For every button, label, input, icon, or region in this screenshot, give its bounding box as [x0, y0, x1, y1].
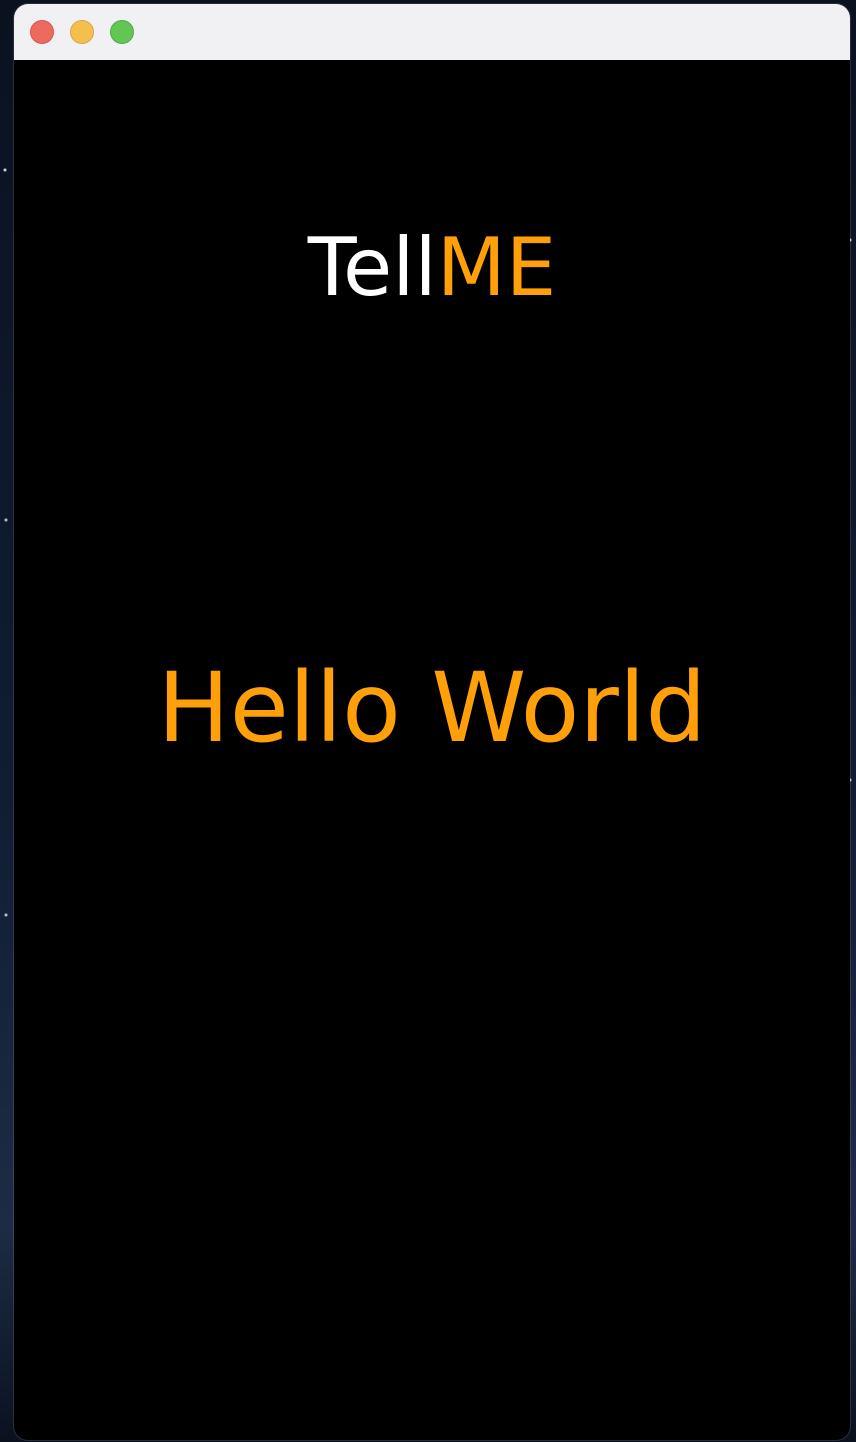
minimize-icon[interactable] [70, 20, 94, 44]
app-logo: TellME [14, 228, 850, 308]
app-window: TellME Hello World [14, 4, 850, 1440]
logo-text-me: ME [436, 221, 557, 314]
zoom-icon[interactable] [110, 20, 134, 44]
title-bar[interactable] [14, 4, 850, 61]
logo-text-tell: Tell [307, 221, 437, 314]
hello-message: Hello World [157, 652, 707, 764]
close-icon[interactable] [30, 20, 54, 44]
app-content: TellME Hello World [14, 60, 850, 1440]
